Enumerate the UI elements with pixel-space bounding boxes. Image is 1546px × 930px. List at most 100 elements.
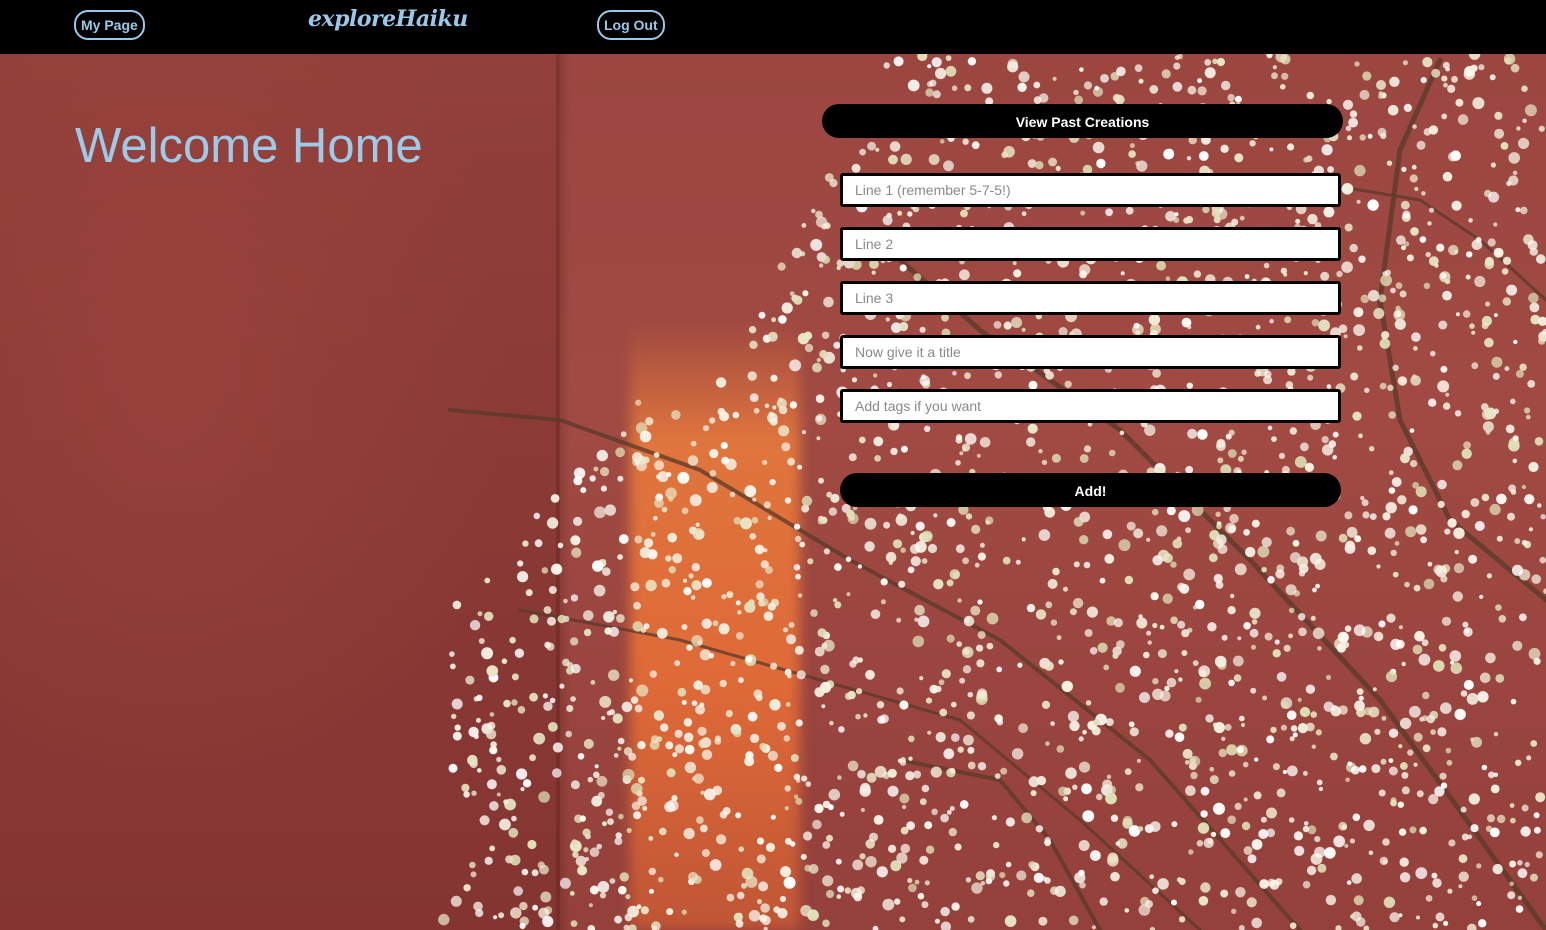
- blossom: [803, 831, 813, 841]
- blossom: [1524, 104, 1537, 117]
- haiku-line3-input[interactable]: [840, 281, 1341, 315]
- blossom: [674, 852, 679, 857]
- blossom: [755, 694, 763, 702]
- blossom: [575, 855, 587, 867]
- blossom: [1251, 619, 1258, 625]
- blossom: [1527, 380, 1536, 388]
- blossom: [1028, 861, 1036, 869]
- blossom: [857, 657, 864, 663]
- blossom: [649, 670, 657, 678]
- blossom: [993, 321, 1002, 329]
- blossom: [1531, 574, 1541, 584]
- my-page-link[interactable]: My Page: [74, 10, 145, 40]
- blossom: [872, 925, 879, 930]
- blossom: [1368, 850, 1374, 856]
- blossom: [899, 700, 909, 710]
- blossom: [1227, 449, 1237, 458]
- blossom: [1396, 235, 1406, 245]
- blossom: [1414, 186, 1419, 192]
- blossom: [1061, 680, 1074, 693]
- blossom: [919, 855, 929, 865]
- blossom: [756, 899, 763, 905]
- blossom: [927, 64, 932, 69]
- blossom: [935, 732, 946, 743]
- blossom: [618, 534, 629, 544]
- blossom: [1181, 317, 1192, 328]
- blossom: [645, 417, 654, 426]
- brand-logo[interactable]: exploreHaiku: [308, 6, 468, 32]
- blossom: [962, 665, 972, 674]
- blossom: [648, 888, 655, 894]
- blossom: [1214, 655, 1227, 668]
- blossom: [520, 787, 525, 792]
- blossom: [979, 542, 985, 548]
- blossom: [952, 371, 957, 376]
- blossom: [896, 852, 908, 864]
- blossom: [1382, 838, 1390, 846]
- blossom: [759, 914, 768, 923]
- blossom: [660, 723, 669, 732]
- blossom: [1506, 180, 1512, 187]
- blossom: [1502, 256, 1512, 265]
- blossom: [1460, 690, 1468, 697]
- blossom: [1388, 487, 1396, 494]
- view-past-creations-button[interactable]: View Past Creations: [822, 104, 1343, 138]
- blossom: [496, 792, 501, 797]
- blossom: [1259, 879, 1269, 889]
- blossom: [793, 564, 801, 571]
- blossom: [1510, 63, 1520, 73]
- blossom: [745, 655, 753, 663]
- blossom: [1195, 696, 1202, 703]
- blossom: [729, 491, 736, 498]
- blossom: [623, 924, 630, 930]
- blossom: [900, 826, 909, 835]
- blossom: [1404, 581, 1410, 588]
- blossom: [1351, 873, 1362, 884]
- blossom: [1481, 322, 1489, 330]
- blossom: [1401, 166, 1407, 172]
- blossom: [1124, 908, 1130, 913]
- blossom: [993, 841, 1000, 849]
- log-out-link[interactable]: Log Out: [597, 10, 665, 40]
- haiku-line1-input[interactable]: [840, 173, 1341, 207]
- blossom: [1269, 318, 1274, 324]
- blossom: [1082, 729, 1087, 735]
- blossom: [672, 553, 683, 564]
- blossom: [801, 495, 813, 507]
- blossom: [1149, 85, 1159, 94]
- blossom: [1230, 593, 1235, 599]
- blossom: [692, 528, 705, 540]
- blossom: [1529, 247, 1539, 256]
- blossom: [817, 628, 827, 638]
- haiku-title-input[interactable]: [840, 335, 1341, 369]
- blossom: [1441, 113, 1448, 120]
- blossom: [592, 560, 604, 572]
- blossom: [1085, 700, 1092, 706]
- blossom: [959, 269, 970, 281]
- blossom: [1378, 91, 1383, 96]
- haiku-tags-input[interactable]: [840, 389, 1341, 423]
- blossom: [1105, 208, 1113, 217]
- blossom: [1297, 723, 1308, 734]
- blossom: [1463, 627, 1473, 637]
- blossom: [496, 765, 507, 775]
- add-haiku-button[interactable]: Add!: [840, 473, 1341, 507]
- blossom: [1090, 850, 1101, 861]
- blossom: [645, 579, 657, 592]
- blossom: [1359, 89, 1370, 100]
- blossom: [951, 85, 958, 91]
- blossom: [1397, 801, 1405, 808]
- blossom: [691, 580, 702, 591]
- blossom: [847, 513, 859, 525]
- blossom: [690, 440, 697, 447]
- blossom: [1136, 160, 1148, 172]
- blossom: [604, 627, 612, 635]
- blossom: [737, 610, 742, 615]
- blossom: [1503, 53, 1516, 65]
- haiku-line2-input[interactable]: [840, 227, 1341, 261]
- blossom: [1258, 829, 1269, 839]
- blossom: [807, 558, 814, 565]
- blossom: [719, 810, 728, 819]
- blossom: [1430, 729, 1436, 735]
- blossom: [1539, 556, 1546, 564]
